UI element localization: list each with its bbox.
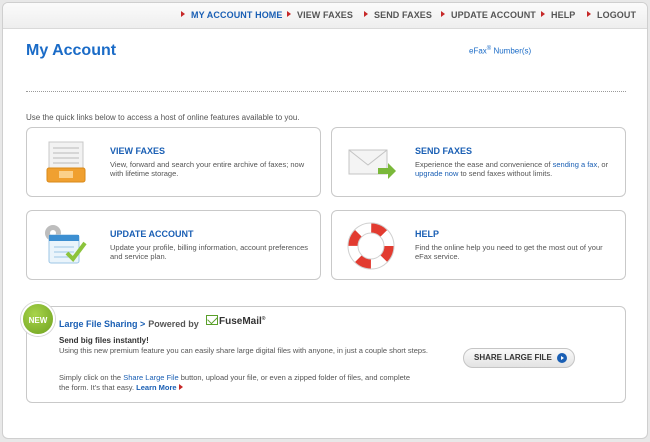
upgrade-now-link[interactable]: upgrade now: [415, 169, 458, 178]
nav-arrow-icon: [181, 11, 185, 17]
nav-arrow-icon: [541, 11, 545, 17]
card-title: UPDATE ACCOUNT: [110, 229, 194, 239]
card-view-faxes[interactable]: VIEW FAXES View, forward and search your…: [26, 127, 321, 197]
card-send-faxes[interactable]: SEND FAXES Experience the ease and conve…: [331, 127, 626, 197]
top-navigation: MY ACCOUNT HOME VIEW FAXES SEND FAXES UP…: [3, 3, 647, 29]
nav-update-account[interactable]: UPDATE ACCOUNT: [441, 10, 536, 20]
go-arrow-icon: [557, 353, 567, 363]
card-title: VIEW FAXES: [110, 146, 166, 156]
nav-my-account-home[interactable]: MY ACCOUNT HOME: [181, 10, 283, 20]
efax-numbers-link[interactable]: eFax® Number(s): [469, 46, 531, 56]
panel-headline: Send big files instantly!: [59, 336, 149, 345]
panel-body-text: Using this new premium feature you can e…: [59, 346, 428, 355]
page-title: My Account: [26, 42, 117, 59]
share-large-file-button[interactable]: SHARE LARGE FILE: [463, 348, 575, 368]
arrow-right-icon: [178, 384, 183, 390]
page-frame: MY ACCOUNT HOME VIEW FAXES SEND FAXES UP…: [2, 2, 648, 439]
account-settings-icon: [45, 225, 87, 264]
card-help[interactable]: HELP Find the online help you need to ge…: [331, 210, 626, 280]
card-title: SEND FAXES: [415, 146, 473, 156]
card-update-account[interactable]: UPDATE ACCOUNT Update your profile, bill…: [26, 210, 321, 280]
large-file-sharing-link[interactable]: Large File Sharing >: [59, 319, 145, 329]
envelope-send-icon: [348, 149, 396, 179]
card-description: Update your profile, billing information…: [110, 243, 309, 261]
large-file-sharing-title: Large File Sharing > Powered by: [59, 319, 199, 329]
intro-text: Use the quick links below to access a ho…: [26, 113, 300, 122]
fax-tray-icon: [46, 141, 86, 183]
panel-instructions: Simply click on the Share Large File but…: [59, 373, 411, 392]
learn-more-link[interactable]: Learn More: [136, 383, 183, 392]
card-description: Find the online help you need to get the…: [415, 243, 603, 261]
nav-arrow-icon: [587, 11, 591, 17]
nav-arrow-icon: [287, 11, 291, 17]
nav-arrow-icon: [364, 11, 368, 17]
fusemail-check-icon: [206, 315, 218, 325]
nav-help[interactable]: HELP: [541, 10, 575, 20]
dotted-divider: [26, 91, 626, 92]
life-ring-icon: [347, 222, 395, 270]
nav-view-faxes[interactable]: VIEW FAXES: [287, 10, 353, 20]
fusemail-logo: FuseMail®: [206, 315, 265, 329]
nav-send-faxes[interactable]: SEND FAXES: [364, 10, 432, 20]
sending-a-fax-link[interactable]: sending a fax: [553, 160, 598, 169]
card-description: Experience the ease and convenience of s…: [415, 160, 609, 178]
card-title: HELP: [415, 229, 440, 239]
nav-logout[interactable]: LOGOUT: [587, 10, 636, 20]
nav-arrow-icon: [441, 11, 445, 17]
card-description: View, forward and search your entire arc…: [110, 160, 305, 178]
share-large-file-link[interactable]: Share Large File: [123, 373, 178, 382]
new-badge: NEW: [21, 302, 55, 336]
